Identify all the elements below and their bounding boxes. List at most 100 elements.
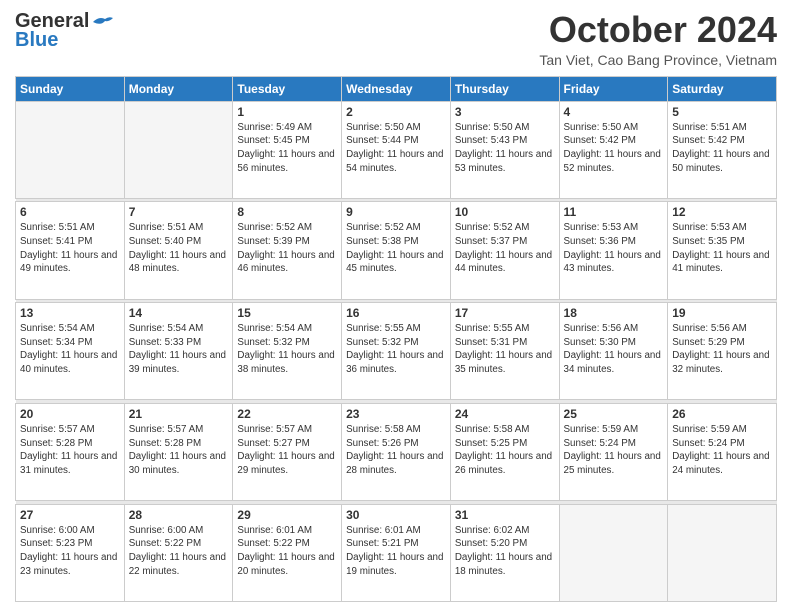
table-row: 22 Sunrise: 5:57 AMSunset: 5:27 PMDayligh…	[233, 403, 342, 500]
day-info: Sunrise: 5:54 AMSunset: 5:32 PMDaylight:…	[237, 322, 337, 377]
day-number: 14	[129, 306, 229, 320]
day-info: Sunrise: 5:59 AMSunset: 5:24 PMDaylight:…	[672, 423, 772, 478]
table-row: 9 Sunrise: 5:52 AMSunset: 5:38 PMDaylight…	[342, 202, 451, 299]
table-row: 11Sunrise: 5:53 AMSunset: 5:36 PMDayligh…	[559, 202, 668, 299]
table-row: 23 Sunrise: 5:58 AMSunset: 5:26 PMDayligh…	[342, 403, 451, 500]
day-number: 5	[672, 105, 772, 119]
day-number: 23	[346, 407, 446, 421]
table-row: 6 Sunrise: 5:51 AMSunset: 5:41 PMDaylight…	[16, 202, 125, 299]
table-row: 15 Sunrise: 5:54 AMSunset: 5:32 PMDayligh…	[233, 303, 342, 400]
day-number: 24	[455, 407, 555, 421]
table-row	[16, 101, 125, 198]
day-number: 22	[237, 407, 337, 421]
table-row: 13 Sunrise: 5:54 AMSunset: 5:34 PMDayligh…	[16, 303, 125, 400]
header: General Blue October 2024 Tan Viet, Cao …	[15, 10, 777, 68]
day-number: 21	[129, 407, 229, 421]
col-saturday: Saturday	[668, 76, 777, 101]
col-monday: Monday	[124, 76, 233, 101]
day-info: Sunrise: 5:51 AMSunset: 5:41 PMDaylight:…	[20, 221, 120, 276]
day-number: 18	[564, 306, 664, 320]
table-row: 25 Sunrise: 5:59 AMSunset: 5:24 PMDayligh…	[559, 403, 668, 500]
day-info: Sunrise: 5:54 AMSunset: 5:34 PMDaylight:…	[20, 322, 120, 377]
table-row	[559, 504, 668, 601]
day-info: Sunrise: 5:58 AMSunset: 5:25 PMDaylight:…	[455, 423, 555, 478]
day-info: Sunrise: 6:01 AMSunset: 5:22 PMDaylight:…	[237, 524, 337, 579]
table-row: 12 Sunrise: 5:53 AMSunset: 5:35 PMDayligh…	[668, 202, 777, 299]
day-info: Sunrise: 6:01 AMSunset: 5:21 PMDaylight:…	[346, 524, 446, 579]
day-info: Sunrise: 6:00 AMSunset: 5:22 PMDaylight:…	[129, 524, 229, 579]
page: General Blue October 2024 Tan Viet, Cao …	[0, 0, 792, 612]
calendar-week-3: 13 Sunrise: 5:54 AMSunset: 5:34 PMDayligh…	[16, 303, 777, 400]
day-number: 17	[455, 306, 555, 320]
calendar-table: Sunday Monday Tuesday Wednesday Thursday…	[15, 76, 777, 602]
table-row: 4 Sunrise: 5:50 AMSunset: 5:42 PMDaylight…	[559, 101, 668, 198]
day-number: 29	[237, 508, 337, 522]
calendar-week-4: 20 Sunrise: 5:57 AMSunset: 5:28 PMDayligh…	[16, 403, 777, 500]
day-info: Sunrise: 5:57 AMSunset: 5:28 PMDaylight:…	[20, 423, 120, 478]
table-row: 26 Sunrise: 5:59 AMSunset: 5:24 PMDayligh…	[668, 403, 777, 500]
day-info: Sunrise: 5:57 AMSunset: 5:28 PMDaylight:…	[129, 423, 229, 478]
col-wednesday: Wednesday	[342, 76, 451, 101]
day-number: 11	[564, 205, 664, 219]
table-row: 21 Sunrise: 5:57 AMSunset: 5:28 PMDayligh…	[124, 403, 233, 500]
day-number: 10	[455, 205, 555, 219]
day-number: 27	[20, 508, 120, 522]
col-sunday: Sunday	[16, 76, 125, 101]
day-info: Sunrise: 5:58 AMSunset: 5:26 PMDaylight:…	[346, 423, 446, 478]
day-number: 4	[564, 105, 664, 119]
day-info: Sunrise: 5:51 AMSunset: 5:40 PMDaylight:…	[129, 221, 229, 276]
table-row: 1 Sunrise: 5:49 AMSunset: 5:45 PMDaylight…	[233, 101, 342, 198]
table-row: 20 Sunrise: 5:57 AMSunset: 5:28 PMDayligh…	[16, 403, 125, 500]
day-info: Sunrise: 5:56 AMSunset: 5:30 PMDaylight:…	[564, 322, 664, 377]
table-row: 7 Sunrise: 5:51 AMSunset: 5:40 PMDaylight…	[124, 202, 233, 299]
day-info: Sunrise: 5:52 AMSunset: 5:39 PMDaylight:…	[237, 221, 337, 276]
day-number: 31	[455, 508, 555, 522]
day-number: 9	[346, 205, 446, 219]
day-number: 2	[346, 105, 446, 119]
col-friday: Friday	[559, 76, 668, 101]
logo-bird-icon	[91, 14, 113, 30]
day-number: 6	[20, 205, 120, 219]
table-row: 10 Sunrise: 5:52 AMSunset: 5:37 PMDayligh…	[450, 202, 559, 299]
day-number: 7	[129, 205, 229, 219]
calendar-week-1: 1 Sunrise: 5:49 AMSunset: 5:45 PMDaylight…	[16, 101, 777, 198]
day-number: 20	[20, 407, 120, 421]
day-info: Sunrise: 5:55 AMSunset: 5:32 PMDaylight:…	[346, 322, 446, 377]
day-info: Sunrise: 5:55 AMSunset: 5:31 PMDaylight:…	[455, 322, 555, 377]
table-row: 8 Sunrise: 5:52 AMSunset: 5:39 PMDaylight…	[233, 202, 342, 299]
table-row	[668, 504, 777, 601]
day-info: Sunrise: 5:49 AMSunset: 5:45 PMDaylight:…	[237, 121, 337, 176]
day-number: 1	[237, 105, 337, 119]
day-info: Sunrise: 5:53 AMSunset: 5:35 PMDaylight:…	[672, 221, 772, 276]
table-row: 14Sunrise: 5:54 AMSunset: 5:33 PMDayligh…	[124, 303, 233, 400]
day-number: 13	[20, 306, 120, 320]
day-number: 25	[564, 407, 664, 421]
day-number: 16	[346, 306, 446, 320]
day-number: 12	[672, 205, 772, 219]
day-number: 15	[237, 306, 337, 320]
day-info: Sunrise: 5:52 AMSunset: 5:38 PMDaylight:…	[346, 221, 446, 276]
day-info: Sunrise: 5:51 AMSunset: 5:42 PMDaylight:…	[672, 121, 772, 176]
day-info: Sunrise: 5:50 AMSunset: 5:42 PMDaylight:…	[564, 121, 664, 176]
calendar-week-2: 6 Sunrise: 5:51 AMSunset: 5:41 PMDaylight…	[16, 202, 777, 299]
day-number: 28	[129, 508, 229, 522]
calendar-header-row: Sunday Monday Tuesday Wednesday Thursday…	[16, 76, 777, 101]
day-info: Sunrise: 6:00 AMSunset: 5:23 PMDaylight:…	[20, 524, 120, 579]
day-info: Sunrise: 6:02 AMSunset: 5:20 PMDaylight:…	[455, 524, 555, 579]
day-info: Sunrise: 5:50 AMSunset: 5:44 PMDaylight:…	[346, 121, 446, 176]
day-info: Sunrise: 5:50 AMSunset: 5:43 PMDaylight:…	[455, 121, 555, 176]
table-row: 27 Sunrise: 6:00 AMSunset: 5:23 PMDayligh…	[16, 504, 125, 601]
day-info: Sunrise: 5:52 AMSunset: 5:37 PMDaylight:…	[455, 221, 555, 276]
col-tuesday: Tuesday	[233, 76, 342, 101]
day-info: Sunrise: 5:56 AMSunset: 5:29 PMDaylight:…	[672, 322, 772, 377]
day-info: Sunrise: 5:57 AMSunset: 5:27 PMDaylight:…	[237, 423, 337, 478]
logo: General Blue	[15, 10, 113, 52]
table-row: 18 Sunrise: 5:56 AMSunset: 5:30 PMDayligh…	[559, 303, 668, 400]
col-thursday: Thursday	[450, 76, 559, 101]
day-number: 30	[346, 508, 446, 522]
table-row: 29 Sunrise: 6:01 AMSunset: 5:22 PMDayligh…	[233, 504, 342, 601]
day-info: Sunrise: 5:59 AMSunset: 5:24 PMDaylight:…	[564, 423, 664, 478]
month-title: October 2024	[539, 10, 777, 50]
day-number: 26	[672, 407, 772, 421]
day-number: 8	[237, 205, 337, 219]
